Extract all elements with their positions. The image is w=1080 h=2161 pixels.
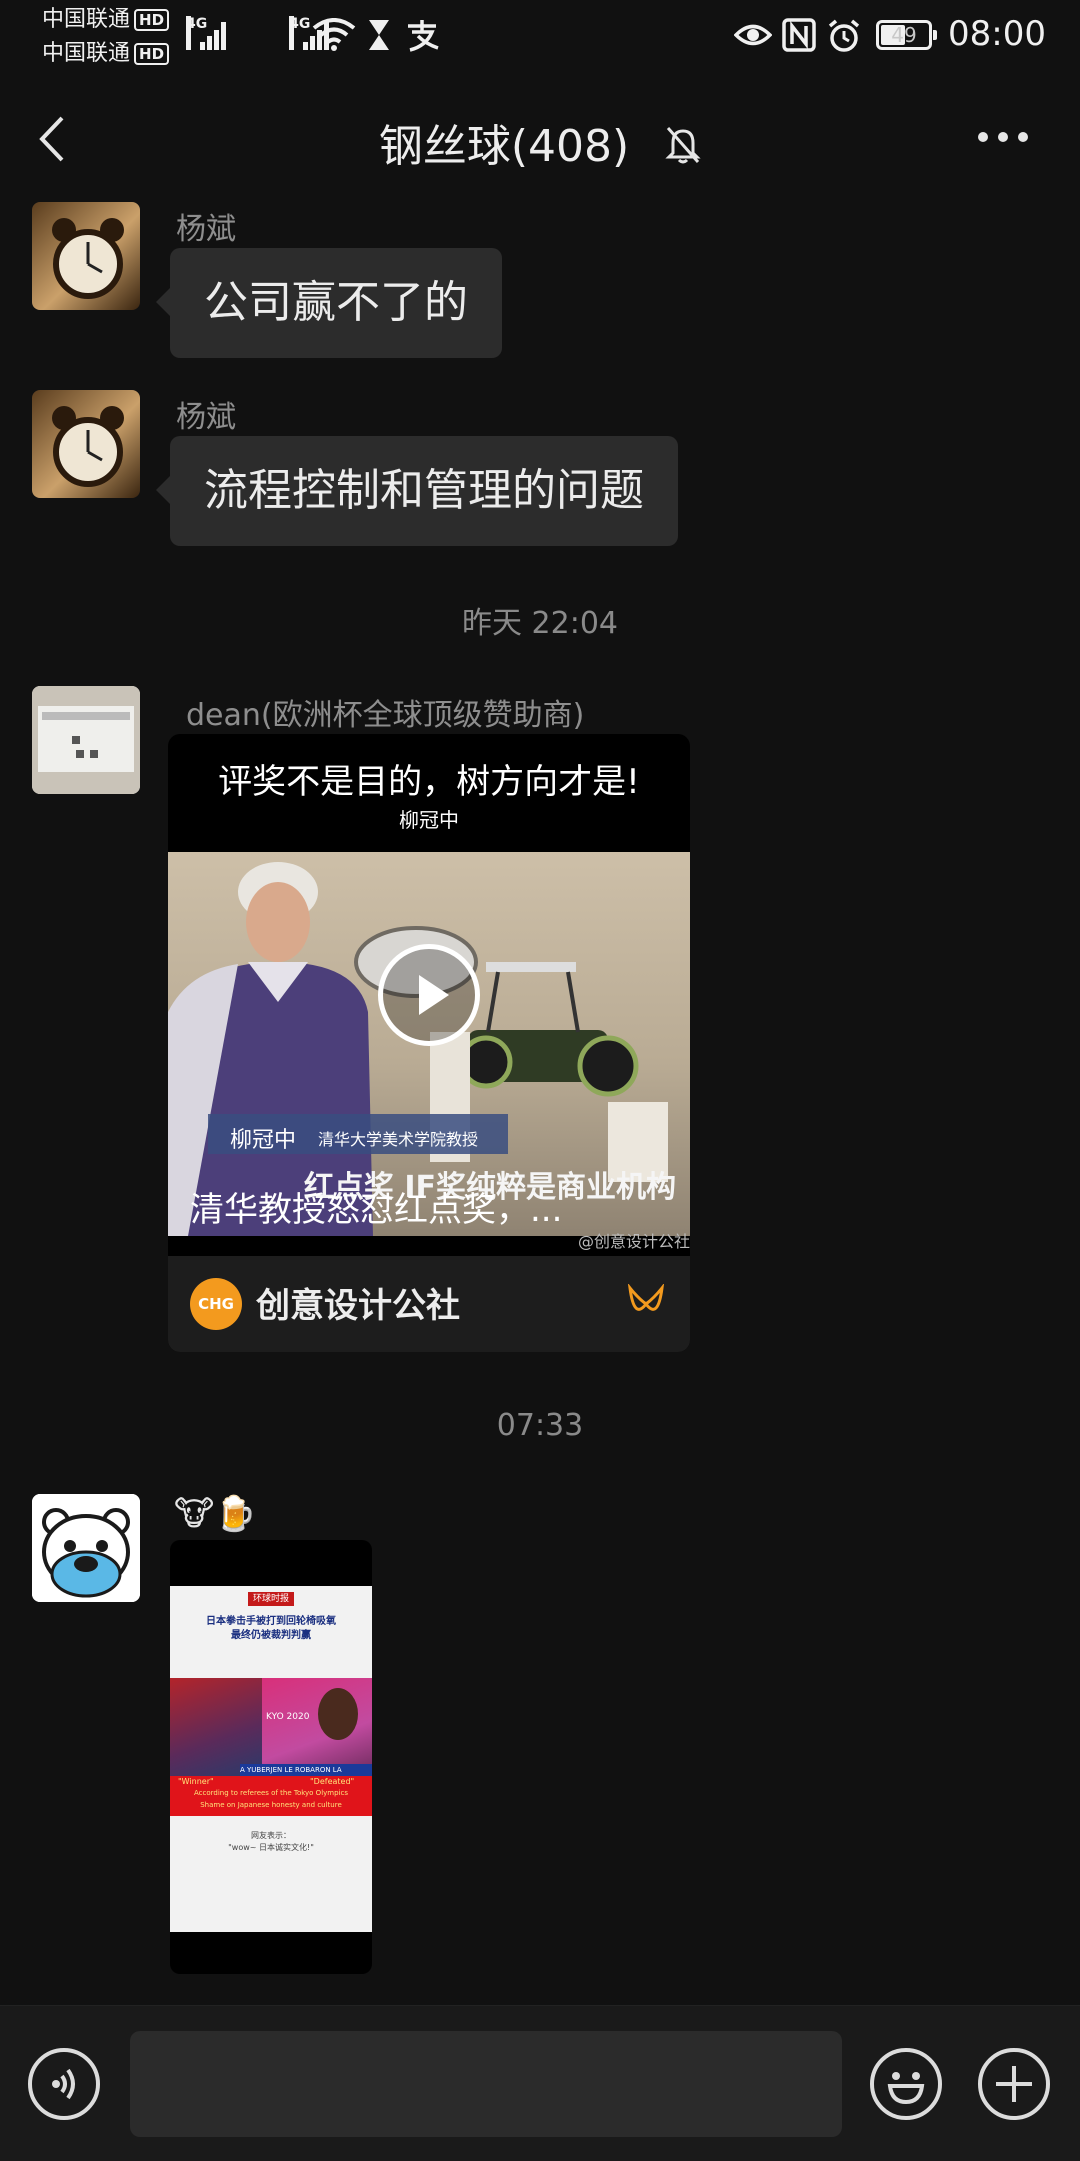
- hourglass-icon: [369, 20, 389, 50]
- poster-name-strip: A YUBERJEN LE ROBARON LA: [240, 1764, 372, 1776]
- battery-level: 49: [891, 23, 917, 47]
- chat-title: 钢丝球(408): [378, 121, 630, 172]
- play-icon[interactable]: [378, 944, 480, 1046]
- video-thumbnail[interactable]: 柳冠中 清华大学美术学院教授 红点奖 IF奖纯粹是商业机构: [168, 852, 690, 1236]
- poster-logo: 环球时报: [248, 1592, 294, 1606]
- video-card[interactable]: 评奖不是目的，树方向才是! 柳冠中 柳冠中 清华大学美术学院教授 红点奖 IF奖…: [168, 734, 690, 1352]
- wifi-icon: [312, 18, 356, 51]
- hd-badge-1: HD: [134, 9, 170, 31]
- channels-icon: [627, 1284, 665, 1311]
- avatar-yangbin[interactable]: [32, 390, 140, 498]
- channel-name: 创意设计公社: [256, 1286, 460, 1326]
- input-bar: [0, 2005, 1080, 2161]
- more-options-icon[interactable]: [978, 132, 1028, 146]
- signal-1-icon: 4G: [186, 16, 226, 50]
- poster-photo-left: [170, 1678, 262, 1776]
- carrier-1: 中国联通 HD: [42, 6, 170, 34]
- video-watermark: @创意设计公社: [577, 1232, 690, 1251]
- channel-row[interactable]: CHG 创意设计公社: [168, 1256, 690, 1352]
- battery-icon: 49: [876, 20, 937, 50]
- sender-name: dean(欧洲杯全球顶级赞助商): [186, 698, 585, 733]
- video-name-caption: 清华大学美术学院教授: [318, 1130, 479, 1149]
- poster-kyo: KYO 2020: [266, 1712, 310, 1722]
- avatar-yangbin[interactable]: [32, 202, 140, 310]
- clock: 08:00: [948, 14, 1046, 54]
- poster-defeated: "Defeated": [310, 1777, 355, 1786]
- avatar-dean[interactable]: [32, 686, 140, 794]
- poster-band-line-2: Shame on Japanese honesty and culture: [200, 1801, 342, 1809]
- avatar-bear[interactable]: [32, 1494, 140, 1602]
- network-type-1: 4G: [186, 16, 207, 50]
- video-title: 清华教授怒怼红点奖，...: [190, 1190, 563, 1230]
- sender-name: 杨斌: [176, 400, 236, 435]
- poster-winner: "Winner": [178, 1777, 214, 1786]
- sender-name: 杨斌: [176, 212, 236, 247]
- status-bar: 中国联通 HD 中国联通 HD 4G 4G 49 08:00: [0, 0, 1080, 70]
- chat-title-row: 钢丝球(408): [0, 110, 1080, 174]
- sender-name-emoji: 🐮🍺: [174, 1494, 257, 1534]
- channel-logo: CHG: [190, 1278, 242, 1330]
- video-name-tag: 柳冠中: [230, 1128, 297, 1153]
- message-text: 流程控制和管理的问题: [204, 465, 644, 516]
- video-byline: 柳冠中: [399, 808, 459, 832]
- video-headline: 评奖不是目的，树方向才是!: [218, 762, 640, 802]
- poster-band-line-1: According to referees of the Tokyo Olymp…: [194, 1789, 348, 1797]
- eye-comfort-icon: [734, 24, 772, 46]
- carrier-2-label: 中国联通: [42, 41, 131, 66]
- nfc-icon: [782, 18, 816, 52]
- poster-footer-1: 网友表示：: [251, 1831, 291, 1840]
- message-input[interactable]: [130, 2031, 842, 2137]
- news-poster: 环球时报 日本拳击手被打到回轮椅吸氧 最终仍被裁判判赢 KYO 2020 A Y…: [170, 1586, 372, 1932]
- timestamp: 07:33: [496, 1408, 584, 1443]
- mute-bell-icon: [665, 127, 701, 164]
- voice-input-icon[interactable]: [28, 2048, 100, 2120]
- message-bubble[interactable]: 流程控制和管理的问题: [156, 436, 678, 546]
- network-type-2: 4G: [289, 16, 310, 50]
- carrier-1-label: 中国联通: [42, 7, 131, 32]
- message-text: 公司赢不了的: [204, 277, 468, 328]
- poster-headline-1: 日本拳击手被打到回轮椅吸氧: [206, 1616, 336, 1627]
- chat-header: 钢丝球(408): [0, 70, 1080, 200]
- timestamp: 昨天 22:04: [462, 606, 618, 641]
- alarm-icon: [828, 19, 860, 52]
- poster-photo-right: KYO 2020: [262, 1678, 372, 1776]
- poster-red-band: "Winner" "Defeated" According to referee…: [170, 1776, 372, 1816]
- message-bubble[interactable]: 公司赢不了的: [156, 248, 502, 358]
- add-attachment-icon[interactable]: [978, 2048, 1050, 2120]
- emoji-icon[interactable]: [870, 2048, 942, 2120]
- poster-footer-2: "wow~ 日本诚实文化!": [228, 1843, 314, 1852]
- hd-badge-2: HD: [134, 43, 170, 65]
- poster-headline-2: 最终仍被裁判判赢: [231, 1630, 311, 1641]
- image-message[interactable]: 环球时报 日本拳击手被打到回轮椅吸氧 最终仍被裁判判赢 KYO 2020 A Y…: [170, 1540, 372, 1974]
- alipay-icon: [408, 20, 439, 52]
- carrier-2: 中国联通 HD: [42, 40, 170, 68]
